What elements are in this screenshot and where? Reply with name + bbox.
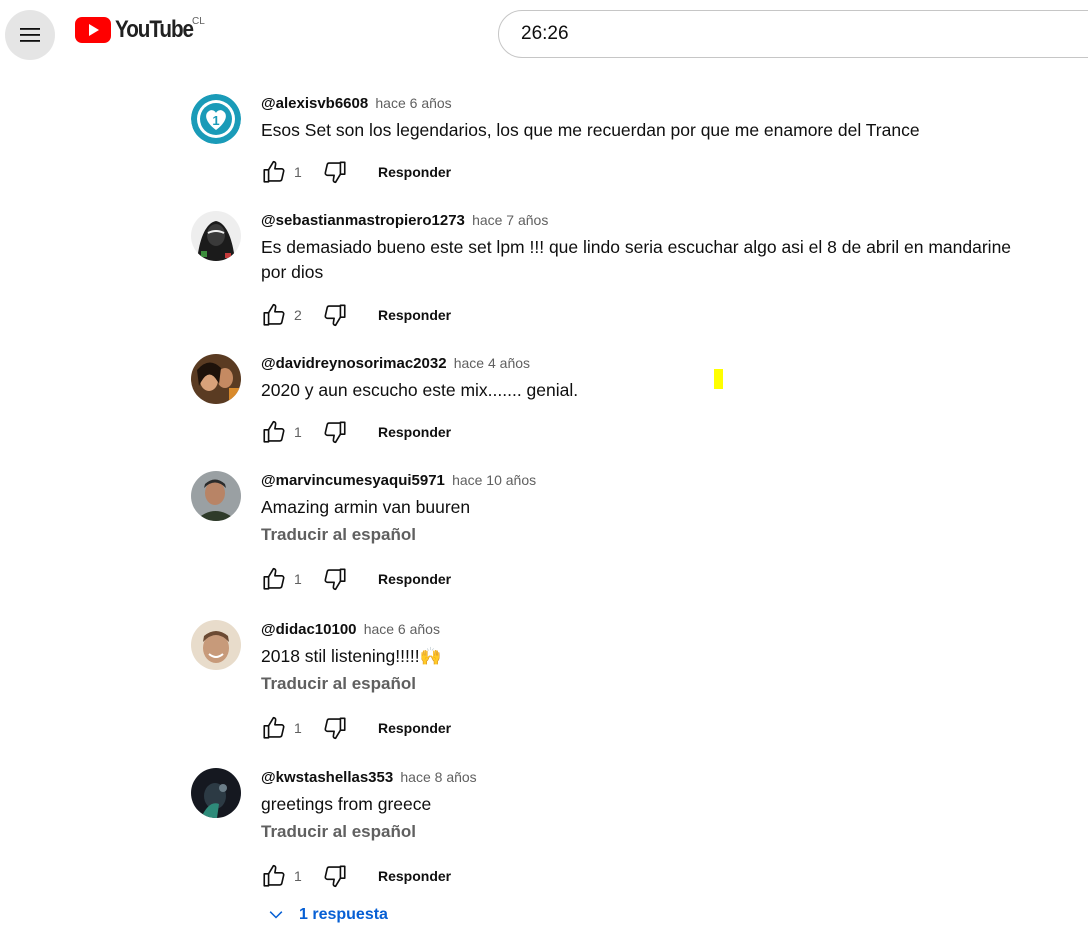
comment-author[interactable]: @kwstashellas353	[261, 769, 393, 786]
comment-author[interactable]: @sebastianmastropiero1273	[261, 212, 465, 229]
chevron-down-icon	[269, 911, 283, 919]
reply-button[interactable]: Responder	[378, 720, 451, 736]
hamburger-icon	[20, 28, 40, 42]
comment: @sebastianmastropiero1273 hace 7 años Es…	[191, 211, 1051, 329]
comment-actions: 1 Responder	[261, 863, 451, 889]
comment-author[interactable]: @marvincumesyaqui5971	[261, 472, 445, 489]
comment-text: Amazing armin van buuren	[261, 497, 471, 517]
avatar[interactable]	[191, 354, 241, 404]
comment: @davidreynosorimac2032 hace 4 años 2020 …	[191, 354, 1051, 446]
svg-text:1: 1	[212, 113, 219, 128]
translate-button[interactable]: Traducir al español	[261, 525, 1051, 545]
avatar[interactable]: 1	[191, 94, 241, 144]
like-count: 2	[294, 307, 302, 323]
comment-author[interactable]: @didac10100	[261, 621, 357, 638]
cursor-highlight	[714, 369, 723, 389]
comment-time[interactable]: hace 10 años	[452, 472, 536, 488]
comment-actions: 1 Responder	[261, 566, 451, 592]
comment-actions: 2 Responder	[261, 302, 451, 328]
like-count: 1	[294, 571, 302, 587]
comment-text: 2020 y aun escucho este mix....... genia…	[261, 380, 579, 400]
comment-text: greetings from greece	[261, 794, 432, 814]
like-count: 1	[294, 720, 302, 736]
youtube-play-icon	[75, 17, 111, 43]
country-code: CL	[192, 16, 205, 27]
like-count: 1	[294, 424, 302, 440]
thumbs-down-icon[interactable]	[322, 863, 348, 889]
search-input[interactable]	[519, 22, 1088, 46]
menu-button[interactable]	[5, 10, 55, 60]
thumbs-up-icon[interactable]	[261, 302, 287, 328]
comment-text: Esos Set son los legendarios, los que me…	[261, 120, 920, 140]
comment-actions: 1 Responder	[261, 159, 451, 185]
comment-actions: 1 Responder	[261, 715, 451, 741]
thumbs-up-icon[interactable]	[261, 159, 287, 185]
reply-button[interactable]: Responder	[378, 424, 451, 440]
thumbs-down-icon[interactable]	[322, 566, 348, 592]
thumbs-up-icon[interactable]	[261, 715, 287, 741]
thumbs-down-icon[interactable]	[322, 715, 348, 741]
avatar[interactable]	[191, 471, 241, 521]
avatar[interactable]	[191, 211, 241, 261]
thumbs-up-icon[interactable]	[261, 419, 287, 445]
thumbs-down-icon[interactable]	[322, 302, 348, 328]
thumbs-up-icon[interactable]	[261, 863, 287, 889]
youtube-logo[interactable]: YouTube	[75, 16, 206, 44]
thumbs-up-icon[interactable]	[261, 566, 287, 592]
comment: 1 @alexisvb6608 hace 6 años Esos Set son…	[191, 94, 1051, 186]
thumbs-down-icon[interactable]	[322, 159, 348, 185]
thumbs-down-icon[interactable]	[322, 419, 348, 445]
comment-text: Es demasiado bueno este set lpm !!! que …	[261, 237, 1012, 282]
comment-time[interactable]: hace 6 años	[375, 95, 451, 111]
comment-time[interactable]: hace 8 años	[400, 769, 476, 785]
logo-text: YouTube	[115, 16, 194, 43]
reply-button[interactable]: Responder	[378, 164, 451, 180]
comment-time[interactable]: hace 6 años	[364, 621, 440, 637]
comment: @marvincumesyaqui5971 hace 10 años Amazi…	[191, 471, 1051, 591]
search-box[interactable]	[498, 10, 1088, 58]
like-count: 1	[294, 164, 302, 180]
like-count: 1	[294, 868, 302, 884]
comment-author[interactable]: @alexisvb6608	[261, 95, 368, 112]
view-replies-button[interactable]: 1 respuesta	[266, 905, 388, 925]
avatar[interactable]	[191, 620, 241, 670]
comment: @kwstashellas353 hace 8 años greetings f…	[191, 768, 1051, 888]
translate-button[interactable]: Traducir al español	[261, 674, 1051, 694]
avatar[interactable]	[191, 768, 241, 818]
reply-button[interactable]: Responder	[378, 307, 451, 323]
comment-actions: 1 Responder	[261, 419, 451, 445]
reply-button[interactable]: Responder	[378, 868, 451, 884]
replies-count-label: 1 respuesta	[299, 906, 388, 923]
comment-author[interactable]: @davidreynosorimac2032	[261, 355, 447, 372]
comment-text: 2018 stil listening!!!!!🙌	[261, 646, 442, 666]
reply-button[interactable]: Responder	[378, 571, 451, 587]
comment-time[interactable]: hace 4 años	[454, 355, 530, 371]
translate-button[interactable]: Traducir al español	[261, 822, 1051, 842]
comment-time[interactable]: hace 7 años	[472, 212, 548, 228]
comment: @didac10100 hace 6 años 2018 stil listen…	[191, 620, 1051, 740]
